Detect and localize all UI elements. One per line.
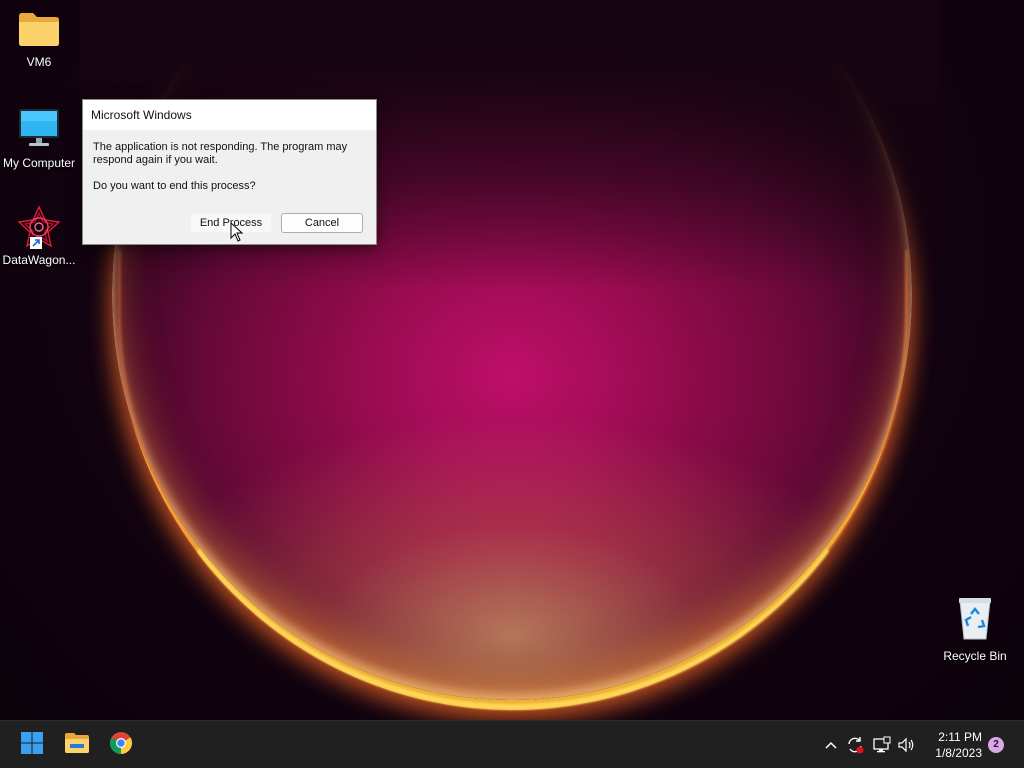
file-explorer-icon bbox=[64, 732, 90, 759]
taskbar-clock[interactable]: 2:11 PM 1/8/2023 bbox=[935, 729, 982, 761]
shortcut-arrow-icon bbox=[30, 237, 42, 249]
start-button[interactable] bbox=[14, 721, 50, 768]
desktop-icon-my-computer[interactable]: My Computer bbox=[0, 107, 78, 170]
taskbar: 2:11 PM 1/8/2023 2 bbox=[0, 720, 1024, 768]
clock-date: 1/8/2023 bbox=[935, 746, 982, 760]
monitor-icon bbox=[0, 107, 78, 152]
volume-icon[interactable] bbox=[897, 735, 917, 755]
sync-icon[interactable] bbox=[845, 735, 865, 755]
recycle-bin-icon bbox=[936, 596, 1014, 645]
dialog-title: Microsoft Windows bbox=[83, 100, 376, 130]
clock-time: 2:11 PM bbox=[938, 730, 982, 744]
windows-start-icon bbox=[20, 731, 44, 760]
dialog-message: The application is not responding. The p… bbox=[93, 141, 348, 166]
folder-icon bbox=[0, 10, 78, 51]
desktop-icon-label: My Computer bbox=[2, 156, 76, 170]
desktop-icon-datawagon[interactable]: DataWagon... bbox=[0, 205, 78, 267]
dialog-body: The application is not responding. The p… bbox=[83, 130, 376, 193]
desktop-icon-vm6[interactable]: VM6 bbox=[0, 10, 78, 69]
taskbar-chrome[interactable] bbox=[103, 721, 139, 768]
notification-badge[interactable]: 2 bbox=[988, 737, 1004, 753]
wallpaper-orb-rim bbox=[118, 250, 908, 710]
taskbar-file-explorer[interactable] bbox=[59, 721, 95, 768]
chrome-icon bbox=[109, 731, 133, 760]
mouse-pointer-icon bbox=[230, 221, 244, 247]
cancel-button[interactable]: Cancel bbox=[281, 213, 363, 233]
dialog-question: Do you want to end this process? bbox=[93, 180, 256, 192]
desktop-icon-recycle-bin[interactable]: Recycle Bin bbox=[936, 596, 1014, 663]
desktop-icon-label: Recycle Bin bbox=[943, 649, 1007, 663]
datawagon-app-icon bbox=[16, 205, 62, 249]
desktop-icon-label: VM6 bbox=[26, 55, 52, 69]
desktop-icon-label: DataWagon... bbox=[2, 253, 76, 267]
network-icon[interactable] bbox=[872, 735, 892, 755]
chevron-up-icon[interactable] bbox=[821, 735, 841, 755]
